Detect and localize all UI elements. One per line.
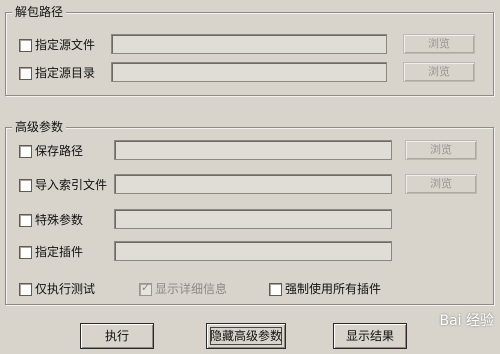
save-path-input[interactable]: [114, 140, 392, 160]
source-file-checkbox[interactable]: [19, 39, 32, 52]
save-path-label: 保存路径: [35, 144, 84, 158]
source-dir-checkbox[interactable]: [19, 67, 32, 80]
force-plugins-checkbox[interactable]: [269, 283, 282, 296]
source-file-label: 指定源文件: [35, 38, 96, 52]
source-dir-input[interactable]: [111, 62, 387, 82]
source-file-row: 指定源文件 浏览: [19, 34, 489, 56]
advanced-params-title: 高级参数: [12, 119, 67, 135]
plugin-input[interactable]: [114, 241, 392, 261]
import-index-checkbox[interactable]: [19, 179, 32, 192]
baidu-watermark: Bai 经验: [439, 313, 494, 329]
import-index-row: 导入索引文件 浏览: [19, 174, 489, 196]
run-button[interactable]: 执行: [80, 323, 154, 349]
special-params-input[interactable]: [114, 209, 392, 229]
source-dir-browse-button[interactable]: 浏览: [403, 62, 475, 82]
show-results-button[interactable]: 显示结果: [333, 323, 407, 349]
unpack-path-title: 解包路径: [12, 4, 67, 20]
save-path-checkbox[interactable]: [19, 145, 32, 158]
import-index-label: 导入索引文件: [35, 178, 108, 192]
test-only-checkbox[interactable]: [19, 283, 32, 296]
source-dir-row: 指定源目录 浏览: [19, 62, 489, 84]
test-only-label: 仅执行测试: [35, 282, 96, 296]
options-row: 仅执行测试 显示详细信息 强制使用所有插件: [19, 278, 489, 300]
save-path-row: 保存路径 浏览: [19, 140, 489, 162]
special-params-checkbox[interactable]: [19, 214, 32, 227]
show-details-label: 显示详细信息: [155, 282, 228, 296]
show-details-checkbox[interactable]: [139, 281, 152, 296]
save-path-browse-button[interactable]: 浏览: [405, 140, 477, 160]
source-dir-label: 指定源目录: [35, 66, 96, 80]
import-index-input[interactable]: [114, 174, 392, 194]
source-file-browse-button[interactable]: 浏览: [403, 34, 475, 54]
import-index-browse-button[interactable]: 浏览: [405, 174, 477, 194]
plugin-checkbox[interactable]: [19, 246, 32, 259]
plugin-label: 指定插件: [35, 245, 84, 259]
special-params-label: 特殊参数: [35, 213, 84, 227]
force-plugins-label: 强制使用所有插件: [285, 282, 382, 296]
plugin-row: 指定插件: [19, 241, 489, 263]
hide-advanced-button[interactable]: 隐藏高级参数: [206, 323, 286, 349]
special-params-row: 特殊参数: [19, 209, 489, 231]
source-file-input[interactable]: [111, 34, 387, 54]
